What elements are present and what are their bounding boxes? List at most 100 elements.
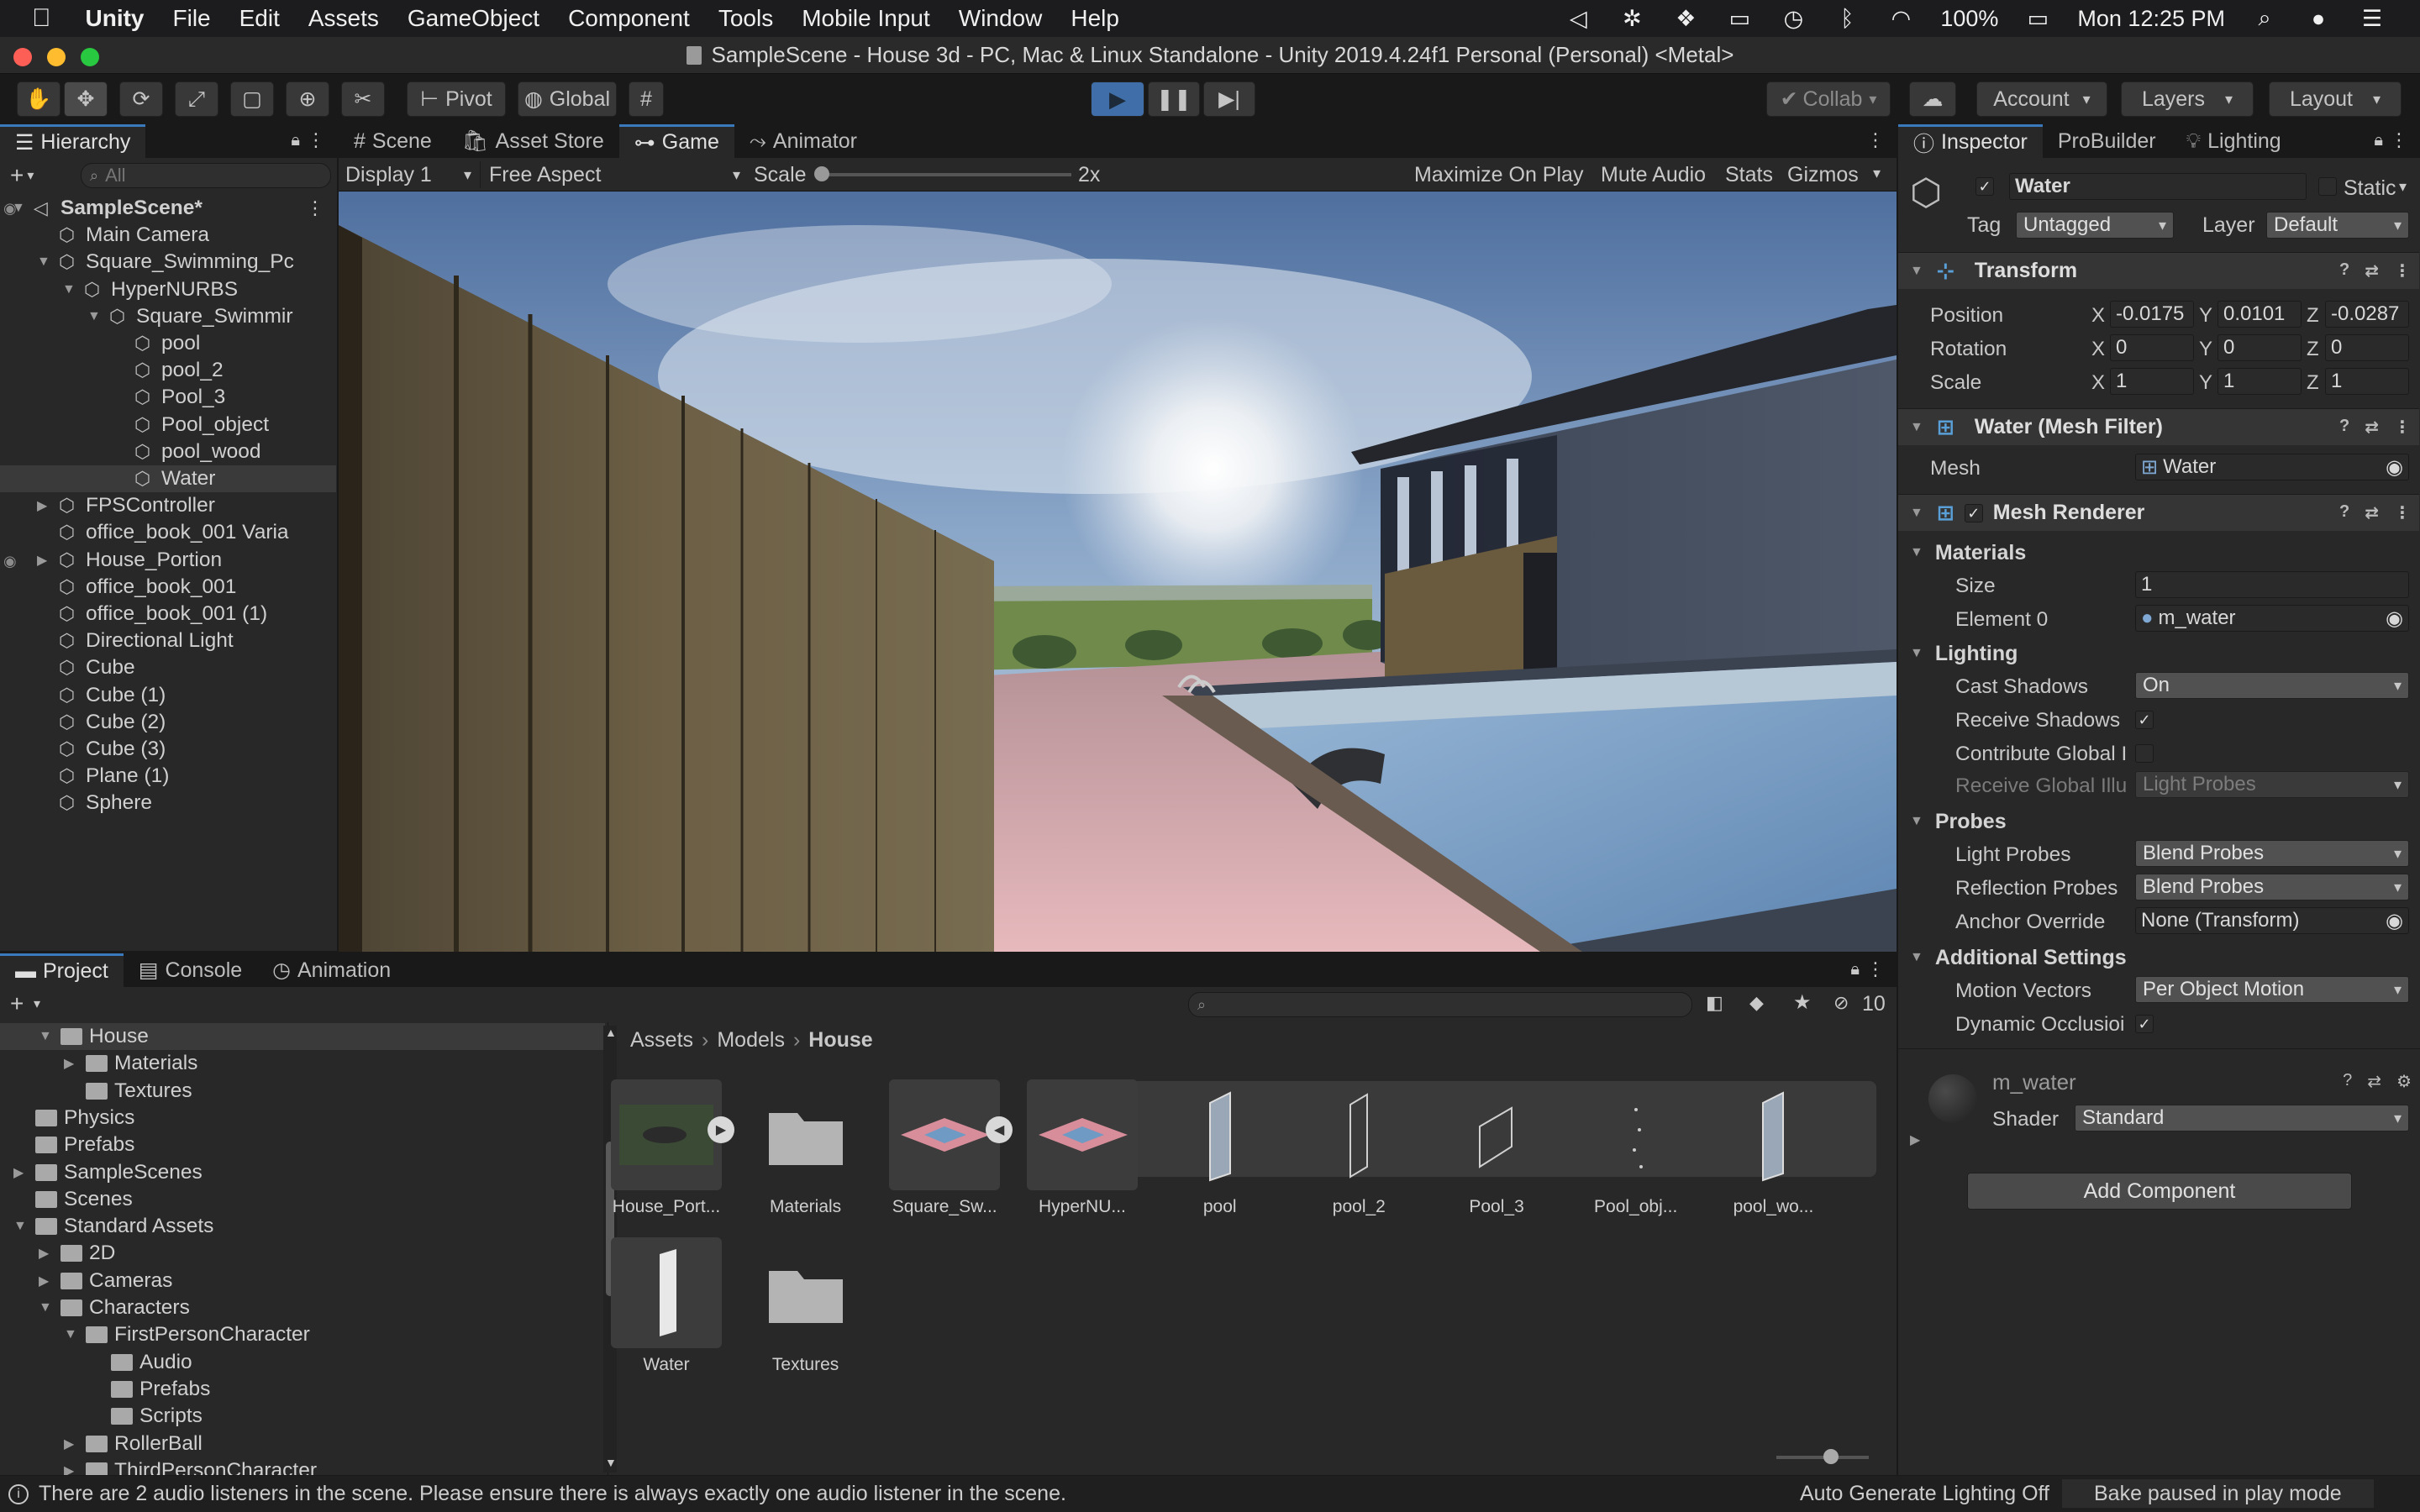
preset-icon[interactable]: ⇄	[2365, 260, 2379, 281]
scale-slider[interactable]	[814, 166, 1071, 181]
asset-item[interactable]: ◀ Square_Sw...	[881, 1079, 1013, 1217]
folder-tree-item[interactable]: ▶ Cameras	[0, 1268, 605, 1294]
project-search-input[interactable]: ⌕	[1188, 992, 1692, 1017]
folder-tree-item[interactable]: ▼ FirstPersonCharacter	[0, 1321, 605, 1348]
rotation-y-axis-label[interactable]: Y	[2199, 338, 2212, 361]
battery-percent[interactable]: 100%	[1940, 6, 1998, 32]
menu-component[interactable]: Component	[554, 5, 704, 32]
favorite-star-icon[interactable]: ★	[1793, 990, 1812, 1015]
rotation-x-field[interactable]: 0	[2110, 334, 2194, 361]
preset-icon[interactable]: ⇄	[2367, 1071, 2381, 1092]
breadcrumb-assets[interactable]: Assets	[630, 1028, 693, 1053]
expand-down-arrow-icon[interactable]: ▼	[39, 1300, 57, 1315]
folder-tree-item[interactable]: ▶ SampleScenes	[0, 1159, 605, 1186]
hierarchy-item[interactable]: ⬡ Pool_object	[0, 412, 336, 438]
position-z-field[interactable]: -0.0287	[2325, 301, 2409, 328]
position-z-axis-label[interactable]: Z	[2307, 304, 2319, 328]
clock[interactable]: Mon 12:25 PM	[2077, 6, 2225, 32]
asset-item[interactable]: ▶ House_Port...	[603, 1079, 734, 1217]
scale-y-field[interactable]: 1	[2217, 368, 2302, 395]
expand-right-arrow-icon[interactable]: ▶	[37, 552, 55, 569]
size-field[interactable]: 1	[2135, 571, 2409, 598]
tab-asset-store[interactable]: 🛍︎ Asset Store	[447, 124, 619, 158]
hierarchy-item[interactable]: ▼ ◁ SampleScene* ⋮	[0, 195, 336, 222]
menu-gameobject[interactable]: GameObject	[393, 5, 554, 32]
layout-dropdown[interactable]: Layout ▾	[2269, 81, 2402, 117]
hierarchy-item[interactable]: ⬡ Pool_3	[0, 384, 336, 411]
foldout-arrow-icon[interactable]: ▼	[1910, 420, 1923, 435]
static-chevron-down-icon[interactable]: ▾	[2399, 178, 2407, 196]
folder-tree-item[interactable]: Prefabs	[0, 1376, 605, 1403]
folder-tree-item[interactable]: Prefabs	[0, 1131, 605, 1158]
asset-item[interactable]: HyperNU...	[1019, 1079, 1145, 1217]
menu-edit[interactable]: Edit	[225, 5, 294, 32]
contribute-gi-checkbox[interactable]	[2135, 744, 2154, 763]
rotate-tool-icon[interactable]: ⟳	[119, 81, 163, 117]
folder-tree-item[interactable]: Audio	[0, 1349, 605, 1376]
stats-toggle[interactable]: Stats	[1725, 163, 1773, 187]
menu-assets[interactable]: Assets	[294, 5, 393, 32]
hierarchy-search-field[interactable]	[105, 165, 308, 186]
create-plus-icon[interactable]: +	[10, 990, 24, 1017]
cloud-icon[interactable]: ☁	[1909, 81, 1956, 117]
scale-z-axis-label[interactable]: Z	[2307, 371, 2319, 395]
siri-icon[interactable]: ●	[2304, 6, 2333, 31]
hierarchy-item[interactable]: ⬡ Cube (1)	[0, 682, 336, 709]
expand-right-arrow-icon[interactable]: ▶	[64, 1462, 82, 1475]
panel-menu-icon[interactable]: ⋮	[307, 129, 325, 151]
scene-menu-icon[interactable]: ⋮	[306, 197, 324, 219]
rotation-z-field[interactable]: 0	[2325, 334, 2409, 361]
position-y-field[interactable]: 0.0101	[2217, 301, 2302, 328]
rotation-y-field[interactable]: 0	[2217, 334, 2302, 361]
tab-scene[interactable]: # Scene	[339, 124, 447, 158]
asset-item[interactable]: Textures	[743, 1237, 869, 1375]
menu-app-name[interactable]: Unity	[71, 5, 159, 32]
hierarchy-item[interactable]: ▼ ⬡ HyperNURBS	[0, 276, 336, 303]
help-icon[interactable]: ?	[2343, 1071, 2352, 1092]
hierarchy-item[interactable]: ⬡ Directional Light	[0, 627, 336, 654]
scale-slider-handle[interactable]	[814, 166, 829, 181]
create-chevron-down-icon[interactable]: ▾	[27, 167, 34, 184]
asset-item[interactable]: Materials	[743, 1079, 869, 1217]
tab-lighting[interactable]: 💡︎ Lighting	[2171, 124, 2296, 158]
lock-icon[interactable]: 🔒︎	[291, 131, 300, 150]
panel-menu-icon[interactable]: ⋮	[1866, 958, 1885, 980]
folder-tree-item[interactable]: Scripts	[0, 1403, 605, 1430]
settings-gear-icon[interactable]: ⚙	[2396, 1071, 2412, 1092]
menu-window[interactable]: Window	[944, 5, 1057, 32]
asset-item[interactable]: Water	[603, 1237, 729, 1375]
folder-tree-item[interactable]: ▶ 2D	[0, 1240, 605, 1267]
active-checkbox[interactable]: ✓	[1975, 177, 1994, 196]
object-name-field[interactable]: Water	[2009, 173, 2307, 200]
scale-z-field[interactable]: 1	[2325, 368, 2409, 395]
expand-prefab-arrow-icon[interactable]: ▶	[708, 1116, 734, 1143]
static-checkbox[interactable]	[2318, 177, 2337, 196]
foldout-arrow-icon[interactable]: ▼	[1910, 506, 1923, 521]
tab-game[interactable]: ⊶ Game	[618, 124, 734, 158]
collapse-prefab-arrow-icon[interactable]: ◀	[986, 1116, 1013, 1143]
display-dropdown[interactable]: Display 1 ▾	[345, 161, 471, 188]
hierarchy-item[interactable]: ▼ ⬡ Square_Swimmir	[0, 303, 336, 330]
tab-console[interactable]: ▤ Console	[124, 953, 257, 987]
icon-size-slider-handle[interactable]	[1823, 1449, 1839, 1464]
apple-icon[interactable]: 	[0, 4, 71, 33]
search-by-label-icon[interactable]: ◆	[1749, 992, 1764, 1014]
object-picker-icon[interactable]: ◉	[2386, 909, 2403, 933]
panel-menu-icon[interactable]: ⋮	[1866, 129, 1885, 151]
foldout-arrow-icon[interactable]: ▼	[1910, 264, 1923, 279]
folder-tree-item[interactable]: ▼ Characters	[0, 1294, 605, 1321]
expand-down-arrow-icon[interactable]: ▼	[12, 201, 30, 216]
scroll-down-arrow-icon[interactable]: ▼	[605, 1456, 617, 1469]
folder-tree-item[interactable]: ▶ ThirdPersonCharacter	[0, 1457, 605, 1475]
folder-tree-item[interactable]: ▼ Standard Assets	[0, 1213, 605, 1240]
receive-shadows-checkbox[interactable]: ✓	[2135, 711, 2154, 729]
hierarchy-item[interactable]: ▶ ⬡ FPSController	[0, 492, 336, 519]
asset-item[interactable]: Pool_3	[1434, 1079, 1560, 1217]
position-x-field[interactable]: -0.0175	[2110, 301, 2194, 328]
static-dropdown[interactable]: Static	[2344, 176, 2396, 201]
collab-dropdown[interactable]: ✔ Collab ▾	[1766, 81, 1891, 117]
expand-right-arrow-icon[interactable]: ▶	[64, 1055, 82, 1072]
pause-button[interactable]: ❚❚	[1148, 81, 1200, 117]
tab-project[interactable]: ▬ Project	[0, 953, 124, 987]
asset-item[interactable]: pool	[1157, 1079, 1283, 1217]
